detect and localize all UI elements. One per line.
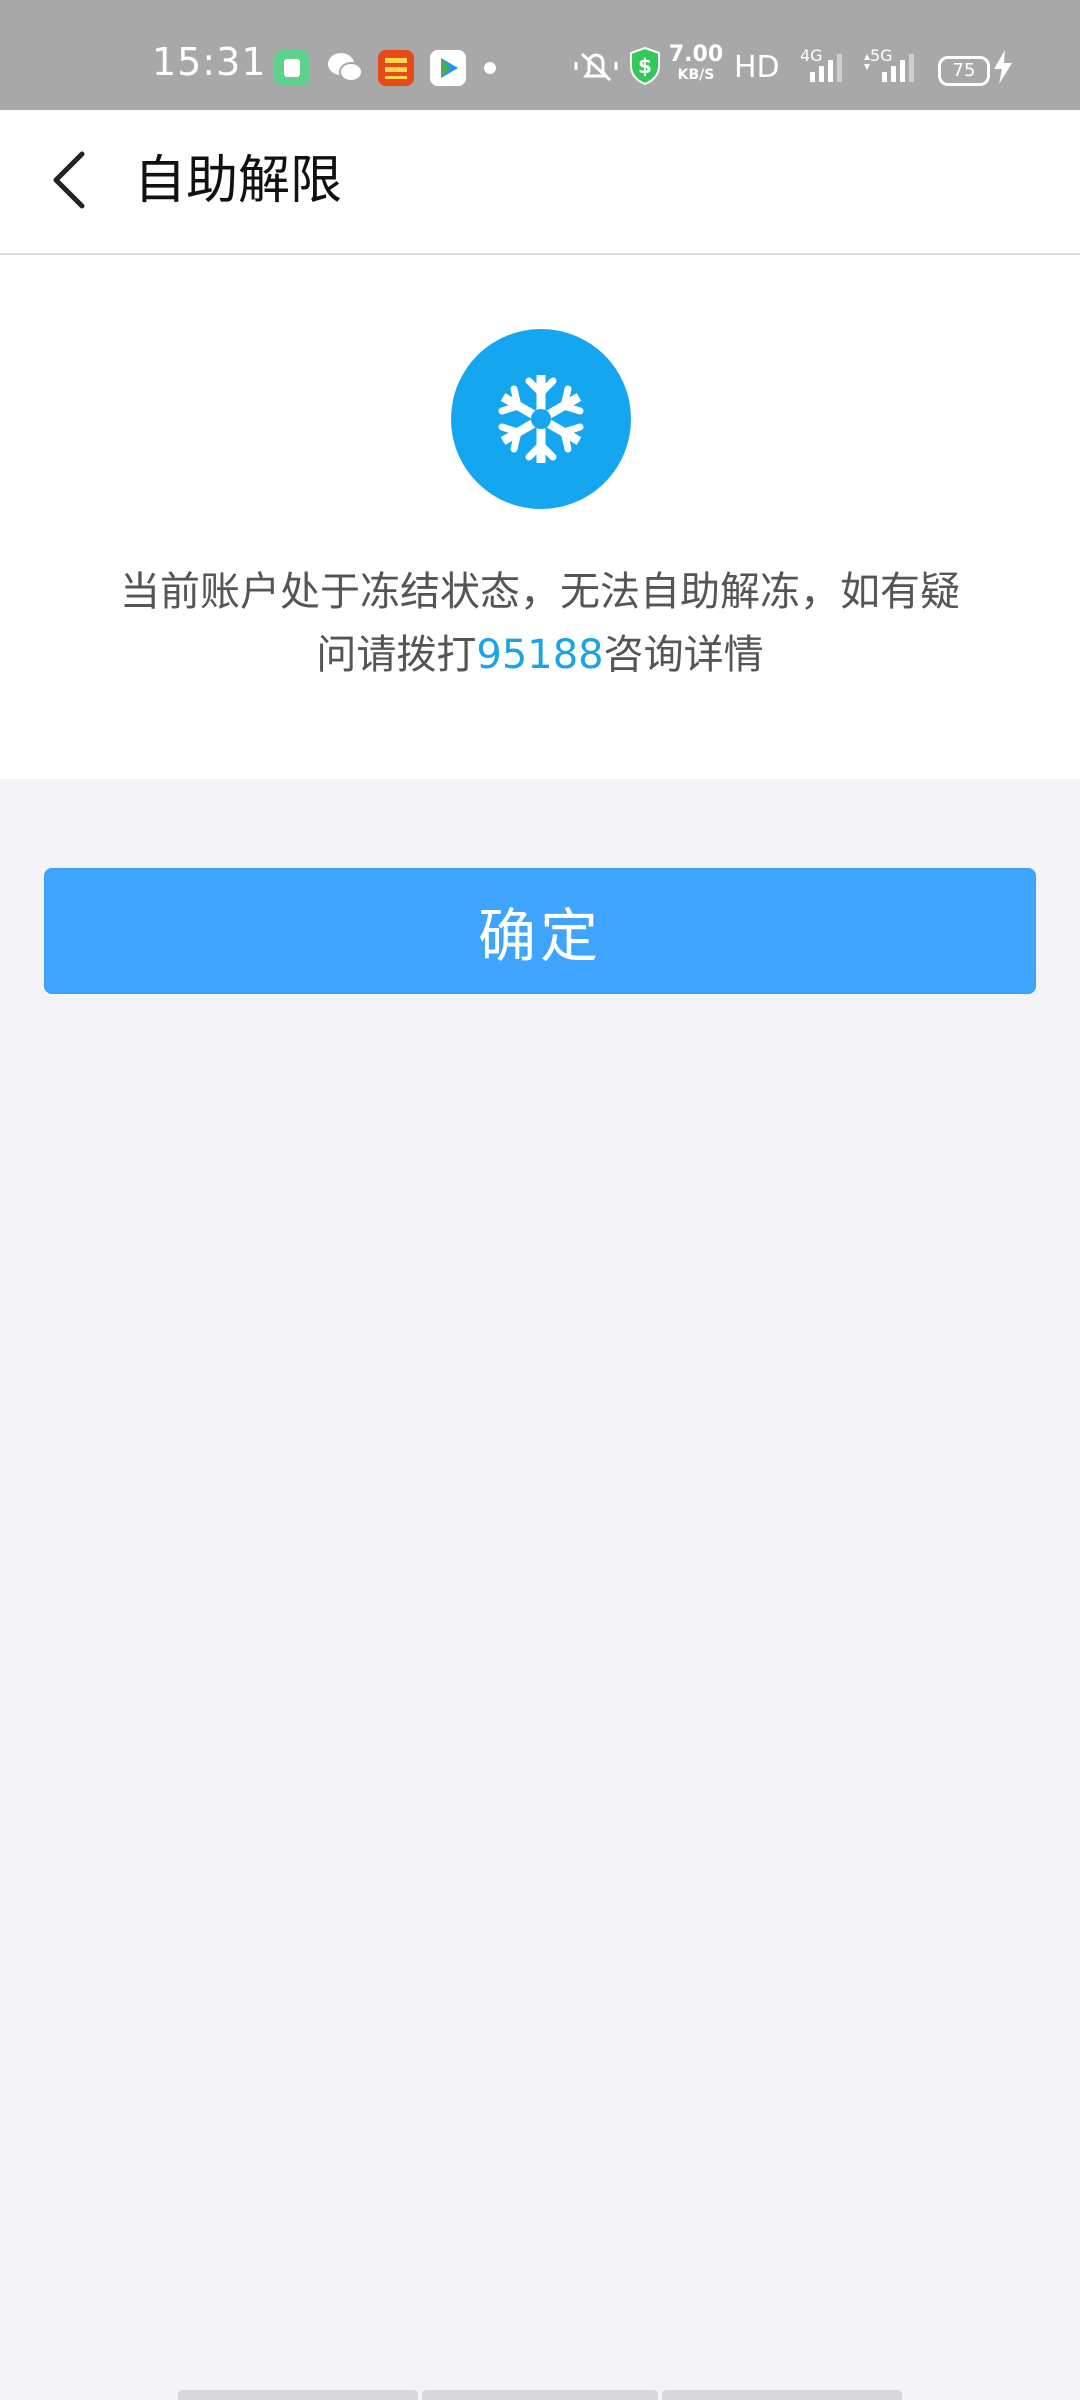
- home-indicator-center: [422, 2390, 658, 2400]
- freeze-message-suffix: 咨询详情: [603, 632, 764, 678]
- shield-dollar-icon: $: [628, 46, 662, 86]
- page-title: 自助解限: [134, 151, 343, 211]
- battery-icon: 75: [938, 56, 990, 86]
- snowflake-icon: [451, 329, 631, 509]
- video-app-icon: [430, 50, 466, 86]
- charging-icon: [992, 50, 1014, 90]
- home-indicator-left: [178, 2390, 418, 2400]
- net-speed-unit: KB/S: [677, 67, 715, 83]
- freeze-info-card: 当前账户处于冻结状态，无法自助解冻，如有疑问请拨打95188咨询详情: [0, 255, 1080, 779]
- app-header: 自助解限: [0, 110, 1080, 255]
- pingan-bank-icon: [378, 50, 414, 86]
- chevron-left-icon: [53, 151, 85, 209]
- service-phone-link[interactable]: 95188: [476, 632, 603, 678]
- hd-indicator: HD: [734, 50, 780, 85]
- notification-dot: [484, 62, 496, 74]
- status-time: 15:31: [152, 40, 267, 84]
- net-speed-value: 7.00: [668, 42, 724, 67]
- freeze-message: 当前账户处于冻结状态，无法自助解冻，如有疑问请拨打95188咨询详情: [110, 561, 970, 687]
- svg-text:$: $: [638, 54, 652, 78]
- mute-icon: [572, 48, 620, 88]
- green-app-icon: [274, 50, 310, 86]
- net-speed: 7.00 KB/S: [668, 42, 724, 83]
- back-button[interactable]: [30, 140, 110, 220]
- status-bar: 15:31 $ 7.00 KB/S HD 4G 5G 75: [0, 0, 1080, 110]
- confirm-button[interactable]: 确定: [44, 868, 1036, 994]
- wechat-icon: [326, 50, 363, 86]
- home-indicator-right: [662, 2390, 902, 2400]
